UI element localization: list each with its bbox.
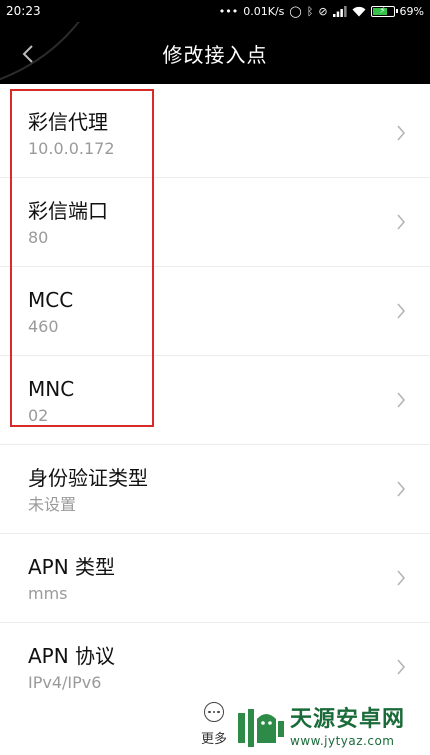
chevron-right-icon xyxy=(397,481,406,497)
chevron-left-icon xyxy=(22,45,33,63)
app-header: 修改接入点 xyxy=(0,22,430,84)
setting-title: MCC xyxy=(28,288,74,312)
status-bar: 20:23 ••• 0.01K/s ◯ ᛒ ⊘ ⚡ 69% xyxy=(0,0,430,22)
setting-title: 身份验证类型 xyxy=(28,466,148,490)
chevron-right-icon xyxy=(397,125,406,141)
signal-icon xyxy=(332,5,347,17)
setting-value: 460 xyxy=(28,317,59,336)
wifi-icon xyxy=(352,6,366,16)
site-watermark: 天源安卓网 www.jytyaz.com xyxy=(232,700,430,755)
page-title: 修改接入点 xyxy=(162,42,268,67)
setting-value: mms xyxy=(28,584,68,603)
chevron-right-icon xyxy=(397,570,406,586)
watermark-name: 天源安卓网 xyxy=(290,706,406,732)
battery-percent: 69% xyxy=(399,4,424,18)
chevron-right-icon xyxy=(397,659,406,675)
setting-auth-type[interactable]: 身份验证类型 未设置 xyxy=(0,445,430,534)
setting-apn-type[interactable]: APN 类型 mms xyxy=(0,534,430,623)
watermark-url: www.jytyaz.com xyxy=(290,733,395,748)
more-button[interactable]: 更多 xyxy=(196,702,232,750)
setting-value: 02 xyxy=(28,406,49,425)
setting-mms-proxy[interactable]: 彩信代理 10.0.0.172 xyxy=(0,89,430,178)
chevron-right-icon xyxy=(397,214,406,230)
more-horizontal-icon xyxy=(204,702,224,722)
setting-value: 10.0.0.172 xyxy=(28,139,115,158)
more-dots-icon: ••• xyxy=(218,4,239,18)
apn-settings-list: 彩信代理 10.0.0.172 彩信端口 80 MCC 460 MNC 02 身… xyxy=(0,89,430,712)
setting-title: APN 类型 xyxy=(28,555,116,579)
chevron-right-icon xyxy=(397,303,406,319)
status-icons: ••• 0.01K/s ◯ ᛒ ⊘ ⚡ 69% xyxy=(219,5,424,18)
setting-title: APN 协议 xyxy=(28,644,116,668)
chevron-right-icon xyxy=(397,392,406,408)
data-saver-icon: ◯ xyxy=(289,4,302,18)
bluetooth-icon: ᛒ xyxy=(306,4,314,18)
android-robot-logo-icon xyxy=(238,708,284,747)
setting-value: 未设置 xyxy=(28,495,77,514)
back-button[interactable] xyxy=(10,36,46,72)
setting-mcc[interactable]: MCC 460 xyxy=(0,267,430,356)
setting-title: 彩信代理 xyxy=(28,110,108,134)
alarm-off-icon: ⊘ xyxy=(318,4,328,18)
setting-title: MNC xyxy=(28,377,75,401)
more-label: 更多 xyxy=(200,732,227,747)
network-speed: 0.01K/s xyxy=(243,4,285,18)
setting-value: 80 xyxy=(28,228,49,247)
setting-mms-port[interactable]: 彩信端口 80 xyxy=(0,178,430,267)
setting-value: IPv4/IPv6 xyxy=(28,673,102,692)
setting-mnc[interactable]: MNC 02 xyxy=(0,356,430,445)
status-time: 20:23 xyxy=(6,4,41,18)
setting-title: 彩信端口 xyxy=(28,199,108,223)
battery-charging-icon: ⚡ xyxy=(370,5,398,17)
